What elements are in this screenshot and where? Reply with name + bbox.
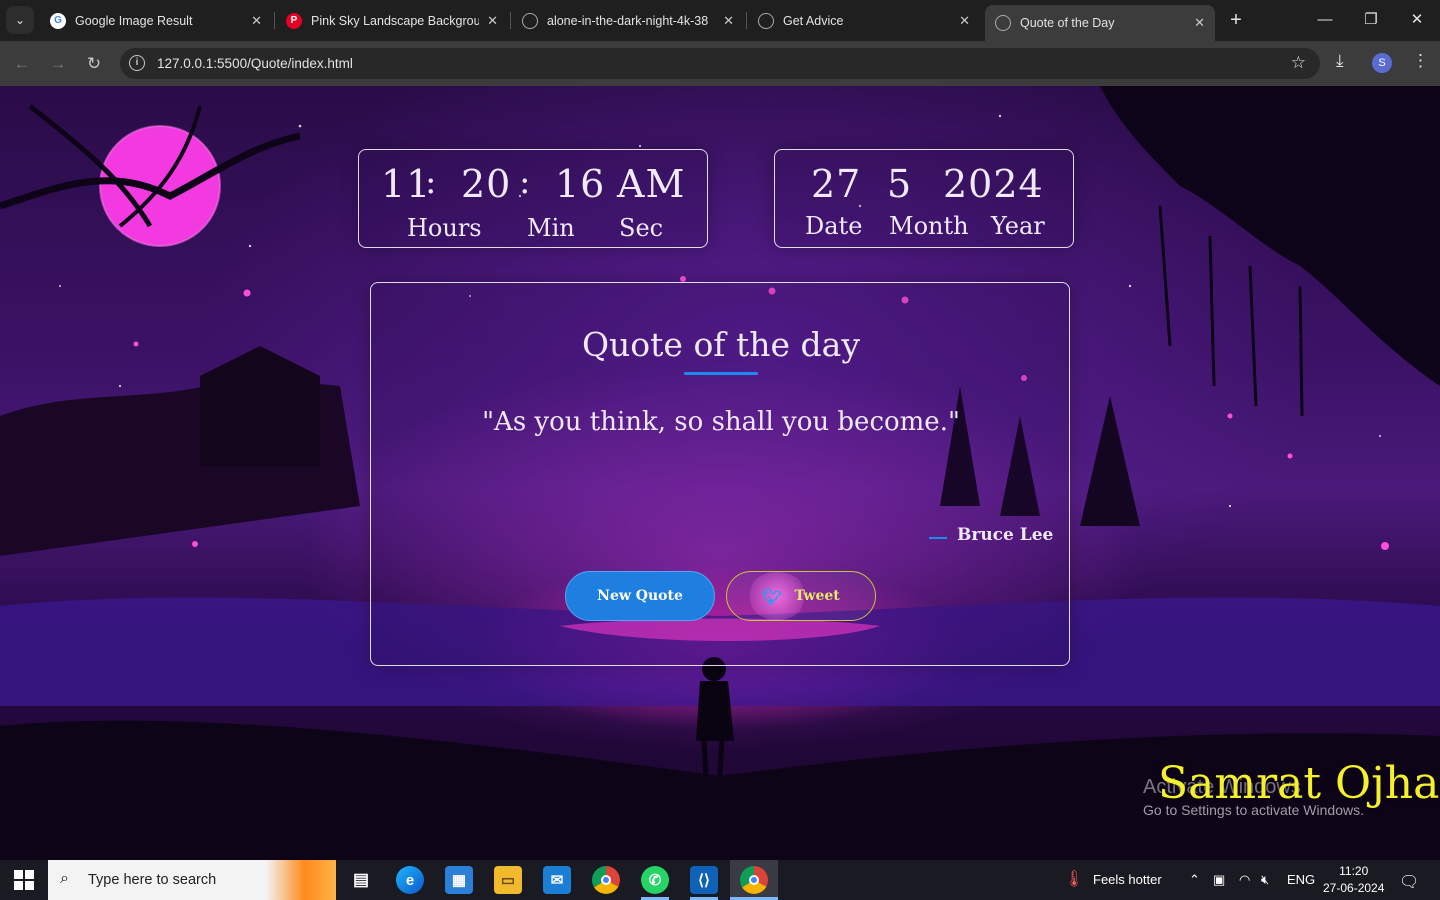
year-label: Year xyxy=(991,212,1045,240)
chrome-active-icon[interactable] xyxy=(740,866,768,894)
quote-text: "As you think, so shall you become." xyxy=(482,407,960,437)
seconds-value: 16 xyxy=(555,162,606,206)
tab-quote-of-the-day[interactable]: Quote of the Day ✕ xyxy=(985,5,1215,41)
twitter-icon: 🐦︎ xyxy=(762,586,783,606)
profile-avatar[interactable]: S xyxy=(1372,53,1392,73)
whatsapp-icon[interactable]: ✆ xyxy=(641,866,669,894)
taskbar-time: 11:20 xyxy=(1339,864,1369,878)
windows-start-icon[interactable] xyxy=(14,870,34,890)
close-window-button[interactable]: ✕ xyxy=(1402,8,1432,32)
volume-muted-icon[interactable]: 🔇︎ xyxy=(1261,872,1269,888)
menu-dots-icon[interactable]: ⋮ xyxy=(1412,51,1429,71)
forward-button[interactable]: → xyxy=(44,50,72,78)
taskbar-search-placeholder: Type here to search xyxy=(88,872,217,888)
notification-icon[interactable]: 🗨︎ xyxy=(1399,872,1419,892)
globe-icon xyxy=(995,15,1011,31)
thermometer-icon[interactable]: 🌡︎ xyxy=(1064,869,1084,889)
close-tab-icon[interactable]: ✕ xyxy=(487,13,498,29)
restore-button[interactable]: ❐ xyxy=(1356,8,1386,32)
tweet-button[interactable]: 🐦︎ Tweet xyxy=(726,571,876,621)
download-icon[interactable]: ⤓ xyxy=(1336,51,1344,71)
wifi-icon[interactable]: ◠ xyxy=(1239,872,1250,888)
address-bar[interactable]: i 127.0.0.1:5500/Quote/index.html ☆ xyxy=(120,48,1320,79)
chrome-icon[interactable] xyxy=(592,866,620,894)
chevron-down-icon: ⌄ xyxy=(14,13,26,27)
search-icon: ⌕ xyxy=(60,870,69,887)
search-highlight-graphic xyxy=(266,860,336,900)
browser-tab-bar: ⌄ G Google Image Result ✕ P Pink Sky Lan… xyxy=(0,0,1440,41)
time-panel: 11 : 20 : 16 AM Hours Min Sec xyxy=(358,149,708,248)
meet-now-icon[interactable]: ▣ xyxy=(1213,872,1225,888)
close-tab-icon[interactable]: ✕ xyxy=(251,13,262,29)
new-tab-button[interactable]: + xyxy=(1224,8,1248,32)
hours-value: 11 xyxy=(381,162,432,206)
address-url[interactable]: 127.0.0.1:5500/Quote/index.html xyxy=(157,56,353,71)
tab-separator xyxy=(510,12,511,29)
vscode-icon[interactable]: ⟨⟩ xyxy=(690,866,718,894)
close-tab-icon[interactable]: ✕ xyxy=(959,13,970,29)
close-tab-icon[interactable]: ✕ xyxy=(1194,15,1205,31)
file-explorer-icon[interactable]: ▭ xyxy=(494,866,522,894)
tab-separator xyxy=(274,12,275,29)
globe-icon xyxy=(758,12,774,29)
page-viewport: 11 : 20 : 16 AM Hours Min Sec 27 5 2024 … xyxy=(0,86,1440,860)
reload-button[interactable]: ↻ xyxy=(80,50,108,78)
minimize-button[interactable]: — xyxy=(1310,8,1340,32)
new-quote-button[interactable]: New Quote xyxy=(565,571,715,621)
store-icon[interactable]: ▦ xyxy=(445,866,473,894)
taskbar-clock[interactable]: 11:20 27-06-2024 xyxy=(1323,863,1384,897)
bookmark-star-icon[interactable]: ☆ xyxy=(1291,53,1306,73)
tab-search-button[interactable]: ⌄ xyxy=(6,6,34,34)
tab-separator xyxy=(746,12,747,29)
edge-icon[interactable]: e xyxy=(396,866,424,894)
language-indicator[interactable]: ENG xyxy=(1287,872,1315,887)
task-view-icon[interactable]: ▤ xyxy=(347,866,375,894)
back-button[interactable]: ← xyxy=(8,50,36,78)
chevron-up-icon[interactable]: ⌃ xyxy=(1189,872,1200,888)
tweet-label: Tweet xyxy=(794,588,840,604)
day-label: Date xyxy=(805,212,863,240)
tab-get-advice[interactable]: Get Advice ✕ xyxy=(748,0,980,41)
author-signature: Samrat Ojha xyxy=(1158,758,1440,809)
windows-taskbar: ⌕ Type here to search ▤ e ▦ ▭ ✉ ✆ ⟨⟩ 🌡︎ … xyxy=(0,860,1440,900)
close-tab-icon[interactable]: ✕ xyxy=(723,13,734,29)
year-value: 2024 xyxy=(943,162,1044,206)
site-info-icon[interactable]: i xyxy=(129,55,145,71)
taskbar-search-box[interactable]: ⌕ Type here to search xyxy=(48,860,336,900)
quote-card: Quote of the day "As you think, so shall… xyxy=(370,282,1070,666)
minutes-label: Min xyxy=(527,214,575,242)
mail-icon[interactable]: ✉ xyxy=(543,866,571,894)
author-dash xyxy=(929,537,947,539)
browser-toolbar: ← → ↻ i 127.0.0.1:5500/Quote/index.html … xyxy=(0,41,1440,86)
globe-icon xyxy=(522,12,538,29)
new-quote-label: New Quote xyxy=(597,588,683,604)
day-value: 27 xyxy=(811,162,862,206)
minutes-value: 20 xyxy=(461,162,512,206)
quote-title: Quote of the day xyxy=(581,325,860,364)
taskbar-date: 27-06-2024 xyxy=(1323,881,1385,895)
month-value: 5 xyxy=(887,162,913,206)
google-icon: G xyxy=(50,12,66,29)
seconds-label: Sec xyxy=(619,214,664,242)
ampm-value: AM xyxy=(617,162,686,206)
time-colon: : xyxy=(425,162,437,202)
hours-label: Hours xyxy=(407,214,482,242)
weather-text[interactable]: Feels hotter xyxy=(1093,872,1162,887)
tab-pink-sky[interactable]: P Pink Sky Landscape Backgroun ✕ xyxy=(276,0,508,41)
time-colon: : xyxy=(519,162,531,202)
title-underline xyxy=(684,372,758,375)
tab-google-image-result[interactable]: G Google Image Result ✕ xyxy=(40,0,272,41)
quote-author: Bruce Lee xyxy=(957,525,1054,545)
pinterest-icon: P xyxy=(286,12,302,29)
date-panel: 27 5 2024 Date Month Year xyxy=(774,149,1074,248)
month-label: Month xyxy=(889,212,969,240)
tab-alone-in-the-dark[interactable]: alone-in-the-dark-night-4k-38 ✕ xyxy=(512,0,744,41)
